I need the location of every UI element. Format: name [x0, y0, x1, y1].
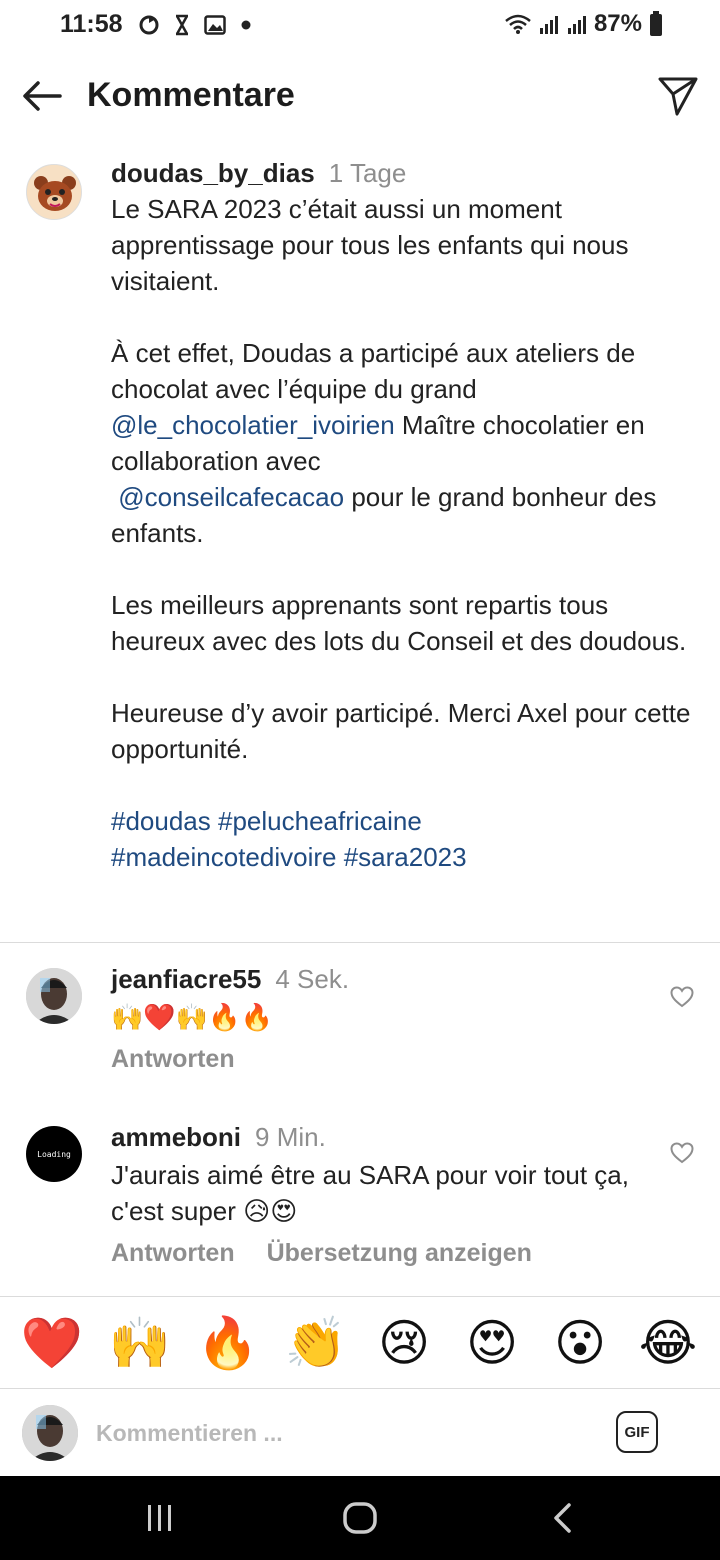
comment-composer: GIF	[0, 1389, 720, 1477]
translate-button[interactable]: Übersetzung anzeigen	[267, 1239, 532, 1268]
comment-username[interactable]: jeanfiacre55	[111, 964, 261, 994]
emoji-raised-hands-button[interactable]: 🙌	[104, 1313, 176, 1373]
back-button[interactable]	[20, 76, 64, 116]
reply-button[interactable]: Antworten	[111, 1045, 235, 1074]
wifi-icon	[505, 14, 531, 34]
caption-paragraph: Les meilleurs apprenants sont repartis t…	[111, 590, 687, 656]
emoji-fire-button[interactable]: 🔥	[192, 1313, 264, 1373]
caption-username[interactable]: doudas_by_dias	[111, 158, 315, 188]
comment-time: 9 Min.	[255, 1122, 326, 1152]
like-button[interactable]	[670, 1142, 694, 1164]
profile-photo-icon	[22, 1405, 78, 1461]
paper-plane-icon	[658, 77, 698, 116]
recent-apps-icon	[148, 1505, 171, 1531]
header: Kommentare	[0, 52, 720, 140]
back-nav-button[interactable]	[542, 1498, 582, 1538]
home-icon	[343, 1502, 377, 1534]
system-nav-bar	[0, 1476, 720, 1560]
status-bar: 11:58 87%	[0, 0, 720, 52]
emoji-heart-eyes-button[interactable]: 😍	[456, 1313, 528, 1373]
bear-logo-icon	[27, 165, 81, 219]
home-button[interactable]	[340, 1498, 380, 1538]
emoji-clap-button[interactable]: 👏	[280, 1313, 352, 1373]
caption-paragraph: Le SARA 2023 c’était aussi un moment app…	[111, 194, 629, 296]
caption-paragraph: À cet effet, Doudas a participé aux atel…	[111, 338, 657, 548]
comment-time: 4 Sek.	[275, 964, 350, 994]
avatar-loading-text: Loading	[37, 1149, 71, 1159]
emoji-quick-bar: ❤️ 🙌 🔥 👏 😢 😍 😮 😂	[0, 1298, 720, 1388]
reply-button[interactable]: Antworten	[111, 1239, 235, 1268]
avatar[interactable]	[26, 968, 82, 1024]
share-button[interactable]	[656, 74, 700, 118]
caption-text: Le SARA 2023 c’était aussi un moment app…	[111, 191, 701, 875]
battery-percent: 87%	[593, 10, 642, 37]
sync-icon	[139, 15, 159, 35]
comment-username[interactable]: ammeboni	[111, 1122, 241, 1152]
image-icon	[204, 15, 226, 35]
like-button[interactable]	[670, 986, 694, 1008]
status-time: 11:58	[60, 10, 123, 38]
divider	[0, 942, 720, 943]
hashtags: #doudas #pelucheafricaine #madeincotedivo…	[111, 803, 701, 875]
hashtag-link[interactable]: #madeincotedivoire	[111, 842, 336, 872]
avatar	[22, 1405, 78, 1461]
profile-photo-icon	[26, 968, 82, 1024]
caption-paragraph: Heureuse d’y avoir participé. Merci Axel…	[111, 698, 691, 764]
avatar[interactable]: Loading	[26, 1126, 82, 1182]
comment-text: J'aurais aimé être au SARA pour voir tou…	[111, 1160, 629, 1226]
dot-icon	[241, 20, 251, 30]
hashtag-link[interactable]: #doudas	[111, 806, 211, 836]
emoji-heart-button[interactable]: ❤️	[16, 1313, 88, 1373]
hourglass-icon	[175, 14, 189, 36]
caption-time: 1 Tage	[328, 158, 407, 188]
avatar[interactable]	[26, 164, 82, 220]
comment-text: 🙌❤️🙌🔥🔥	[111, 1002, 273, 1032]
signal-icon	[539, 16, 558, 34]
heart-icon	[670, 1142, 694, 1164]
emoji-crying-button[interactable]: 😢	[368, 1313, 440, 1373]
comment-input[interactable]	[96, 1415, 576, 1451]
page-title: Kommentare	[87, 76, 295, 114]
signal-icon	[567, 16, 586, 34]
mention-link[interactable]: @conseilcafecacao	[118, 482, 344, 512]
battery-icon	[650, 11, 662, 36]
hashtag-link[interactable]: #sara2023	[344, 842, 467, 872]
mention-link[interactable]: @le_chocolatier_ivoirien	[111, 410, 395, 440]
arrow-left-icon	[23, 81, 62, 111]
emoji-laughing-button[interactable]: 😂	[632, 1313, 704, 1373]
hashtag-link[interactable]: #pelucheafricaine	[218, 806, 422, 836]
heart-icon	[670, 986, 694, 1008]
chevron-left-icon	[554, 1503, 571, 1533]
divider	[0, 1296, 720, 1297]
emoji-surprised-button[interactable]: 😮	[544, 1313, 616, 1373]
recent-apps-button[interactable]	[140, 1498, 180, 1538]
gif-button[interactable]: GIF	[616, 1411, 658, 1453]
